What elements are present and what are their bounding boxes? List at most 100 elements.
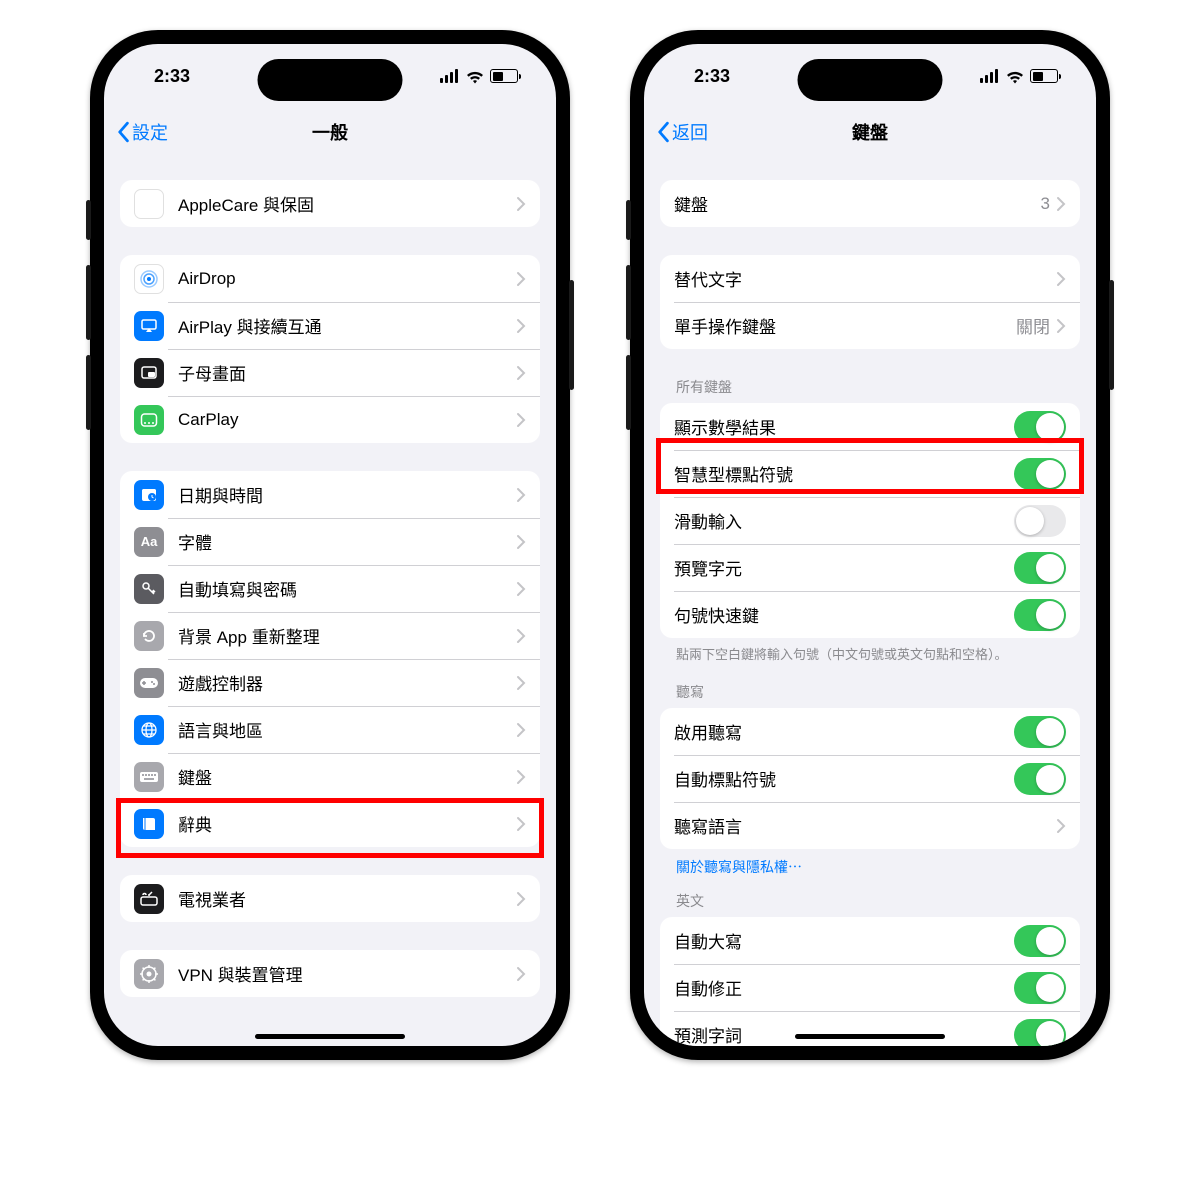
chevron-right-icon	[516, 365, 526, 381]
chevron-right-icon	[516, 722, 526, 738]
chevron-right-icon	[516, 318, 526, 334]
row-auto-punct-dict[interactable]: 自動標點符號	[660, 755, 1080, 802]
row-dictionary[interactable]: 辭典	[120, 800, 540, 847]
keyboard-settings-list[interactable]: 鍵盤 3 替代文字 單手操作鍵盤 關閉 所有鍵盤 顯示	[644, 156, 1096, 1046]
group-keyboards: 鍵盤 3	[660, 180, 1080, 227]
home-indicator[interactable]	[795, 1034, 945, 1039]
tv-provider-icon	[134, 884, 164, 914]
wifi-icon	[466, 69, 484, 83]
page-title: 一般	[312, 119, 348, 145]
nav-bar: 返回 鍵盤	[644, 108, 1096, 156]
row-label: 鍵盤	[674, 191, 1041, 216]
row-dictation-languages[interactable]: 聽寫語言	[660, 802, 1080, 849]
row-label: 單手操作鍵盤	[674, 313, 1016, 338]
row-predictive[interactable]: 預測字詞	[660, 1011, 1080, 1046]
toggle-smart-punct[interactable]	[1014, 458, 1066, 490]
key-icon	[134, 574, 164, 604]
row-applecare[interactable]: AppleCare 與保固	[120, 180, 540, 227]
row-label: 子母畫面	[178, 360, 516, 385]
row-label: 辭典	[178, 811, 516, 836]
row-airplay[interactable]: AirPlay 與接續互通	[120, 302, 540, 349]
globe-icon	[134, 715, 164, 745]
link-dictation-privacy[interactable]: 關於聽寫與隱私權⋯	[660, 849, 1080, 877]
row-label: 日期與時間	[178, 482, 516, 507]
keyboard-icon	[134, 762, 164, 792]
cellular-icon	[440, 69, 460, 83]
row-show-math[interactable]: 顯示數學結果	[660, 403, 1080, 450]
row-smart-punct[interactable]: 智慧型標點符號	[660, 450, 1080, 497]
row-game-controller[interactable]: 遊戲控制器	[120, 659, 540, 706]
row-datetime[interactable]: 日期與時間	[120, 471, 540, 518]
row-airdrop[interactable]: AirDrop	[120, 255, 540, 302]
toggle-auto-punct-dict[interactable]	[1014, 763, 1066, 795]
back-label: 設定	[132, 119, 168, 145]
row-autocorrect[interactable]: 自動修正	[660, 964, 1080, 1011]
row-keyboards[interactable]: 鍵盤 3	[660, 180, 1080, 227]
chevron-right-icon	[1056, 196, 1066, 212]
phone-left: 2:33 設定 一般 AppleCare 與保固	[90, 30, 570, 1060]
chevron-right-icon	[516, 196, 526, 212]
row-value: 關閉	[1016, 313, 1050, 338]
screen: 2:33 返回 鍵盤 鍵盤 3	[644, 44, 1096, 1046]
row-autocap[interactable]: 自動大寫	[660, 917, 1080, 964]
toggle-show-math[interactable]	[1014, 411, 1066, 443]
wifi-icon	[1006, 69, 1024, 83]
row-label: 自動標點符號	[674, 766, 1014, 791]
section-header-english: 英文	[660, 877, 1080, 917]
toggle-autocap[interactable]	[1014, 925, 1066, 957]
airplay-icon	[134, 311, 164, 341]
toggle-slide-type[interactable]	[1014, 505, 1066, 537]
apple-logo-icon	[134, 189, 164, 219]
pip-icon	[134, 358, 164, 388]
row-label: 替代文字	[674, 266, 1056, 291]
row-enable-dictation[interactable]: 啟用聽寫	[660, 708, 1080, 755]
row-autofill[interactable]: 自動填寫與密碼	[120, 565, 540, 612]
row-label: AppleCare 與保固	[178, 191, 516, 216]
cellular-icon	[980, 69, 1000, 83]
row-period-shortcut[interactable]: 句號快速鍵	[660, 591, 1080, 638]
row-tv-provider[interactable]: 電視業者	[120, 875, 540, 922]
carplay-icon	[134, 405, 164, 435]
row-label: 鍵盤	[178, 764, 516, 789]
phone-right: 2:33 返回 鍵盤 鍵盤 3	[630, 30, 1110, 1060]
row-label: 自動填寫與密碼	[178, 576, 516, 601]
chevron-right-icon	[516, 675, 526, 691]
row-label: 滑動輸入	[674, 508, 1014, 533]
row-label: 啟用聽寫	[674, 719, 1014, 744]
mute-switch	[626, 200, 631, 240]
row-char-preview[interactable]: 預覽字元	[660, 544, 1080, 591]
power-button	[569, 280, 574, 390]
row-pip[interactable]: 子母畫面	[120, 349, 540, 396]
settings-list[interactable]: AppleCare 與保固 AirDrop AirPlay 與接續互通	[104, 156, 556, 1046]
back-button[interactable]: 設定	[116, 119, 168, 145]
row-label: 預覽字元	[674, 555, 1014, 580]
row-carplay[interactable]: CarPlay	[120, 396, 540, 443]
group-airdrop: AirDrop AirPlay 與接續互通 子母畫面	[120, 255, 540, 443]
chevron-right-icon	[516, 769, 526, 785]
home-indicator[interactable]	[255, 1034, 405, 1039]
group-applecare: AppleCare 與保固	[120, 180, 540, 227]
volume-up	[86, 265, 91, 340]
row-one-handed[interactable]: 單手操作鍵盤 關閉	[660, 302, 1080, 349]
row-language-region[interactable]: 語言與地區	[120, 706, 540, 753]
volume-up	[626, 265, 631, 340]
volume-down	[626, 355, 631, 430]
chevron-right-icon	[1056, 818, 1066, 834]
toggle-char-preview[interactable]	[1014, 552, 1066, 584]
section-header-dictation: 聽寫	[660, 664, 1080, 708]
toggle-period-shortcut[interactable]	[1014, 599, 1066, 631]
toggle-predictive[interactable]	[1014, 1019, 1066, 1046]
chevron-right-icon	[1056, 318, 1066, 334]
row-background-refresh[interactable]: 背景 App 重新整理	[120, 612, 540, 659]
toggle-enable-dictation[interactable]	[1014, 716, 1066, 748]
row-keyboard[interactable]: 鍵盤	[120, 753, 540, 800]
back-button[interactable]: 返回	[656, 119, 708, 145]
gear-icon	[134, 959, 164, 989]
toggle-autocorrect[interactable]	[1014, 972, 1066, 1004]
row-fonts[interactable]: Aa 字體	[120, 518, 540, 565]
row-vpn[interactable]: VPN 與裝置管理	[120, 950, 540, 997]
power-button	[1109, 280, 1114, 390]
row-text-replacement[interactable]: 替代文字	[660, 255, 1080, 302]
group-tv: 電視業者	[120, 875, 540, 922]
row-slide-type[interactable]: 滑動輸入	[660, 497, 1080, 544]
